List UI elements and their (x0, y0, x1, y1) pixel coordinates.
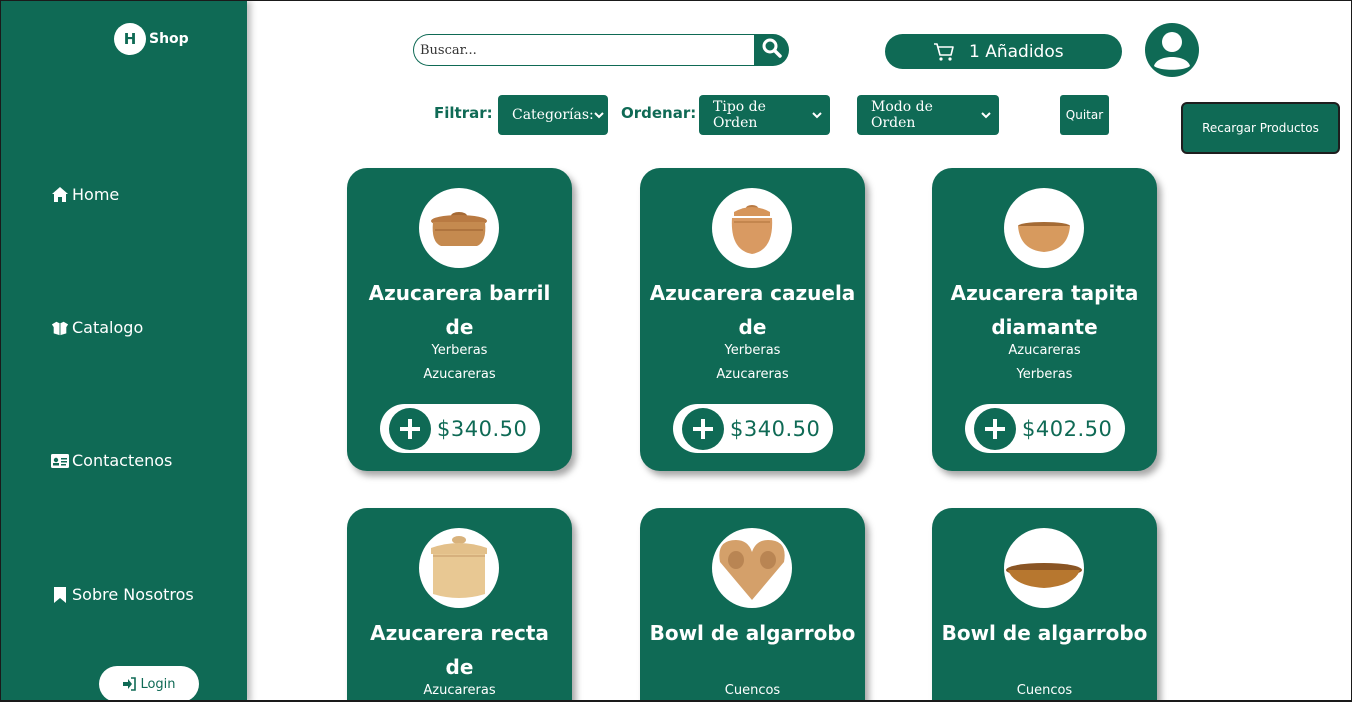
reload-products-button[interactable]: Recargar Productos (1181, 102, 1340, 154)
sidebar-item-home[interactable]: Home (51, 185, 119, 204)
sidebar: H Shop Home Catalogo Contactenos Sobre N… (1, 1, 247, 700)
chevron-down-icon (812, 107, 822, 123)
sidebar-item-catalogo[interactable]: Catalogo (51, 318, 143, 337)
filter-label: Filtrar: (434, 104, 493, 122)
clear-filters-button[interactable]: Quitar (1060, 95, 1109, 135)
id-card-icon (51, 452, 69, 470)
sidebar-item-contactenos[interactable]: Contactenos (51, 451, 172, 470)
product-tag: Cuencos (1016, 683, 1073, 698)
product-name: Azucarera cazuela de (649, 281, 856, 339)
sort-mode-select[interactable]: Modo de Orden (857, 95, 999, 135)
plus-icon (389, 407, 431, 450)
product-tag: Azucareras (423, 367, 496, 382)
product-tags: Yerberas Azucareras (347, 339, 572, 387)
category-select-value: Categorías: (512, 107, 594, 123)
cart-icon (933, 42, 955, 62)
sort-mode-value: Modo de Orden (871, 99, 933, 131)
product-tag: Azucareras (423, 683, 496, 698)
chevron-down-icon (981, 107, 991, 123)
box-open-icon (51, 319, 69, 337)
sign-in-icon (122, 677, 137, 691)
search-bar (413, 34, 789, 66)
product-tags: Azucareras Yerberas (932, 339, 1157, 387)
product-name: Azucarera recta de (370, 621, 549, 679)
product-tags: Cuencos (932, 679, 1157, 700)
product-price: $402.50 (1022, 416, 1113, 441)
sort-label: Ordenar: (621, 104, 697, 122)
product-tag: Azucareras (1008, 343, 1081, 358)
sort-type-value: Tipo de Orden (713, 99, 766, 131)
product-tags: Yerberas Azucareras (640, 339, 865, 387)
search-input[interactable] (413, 34, 755, 66)
product-image (419, 528, 499, 608)
product-price: $340.50 (437, 416, 528, 441)
login-button[interactable]: Login (99, 666, 199, 700)
product-tags: Azucareras (347, 679, 572, 700)
product-tag: Yerberas (431, 343, 488, 358)
product-card: Bowl de algarrobo Cuencos (640, 508, 865, 700)
product-tag: Yerberas (1016, 367, 1073, 382)
sidebar-item-label: Sobre Nosotros (72, 585, 194, 604)
logo-text: Shop (149, 31, 189, 47)
chevron-down-icon (594, 107, 604, 123)
sidebar-item-label: Contactenos (72, 451, 173, 470)
brand-logo[interactable]: H Shop (114, 23, 189, 55)
sidebar-item-label: Home (72, 185, 120, 204)
product-image (712, 188, 792, 268)
plus-icon (974, 407, 1016, 450)
category-select[interactable]: Categorías: (498, 95, 608, 135)
bookmark-icon (51, 586, 69, 604)
logo-badge: H (114, 23, 146, 55)
product-tags: Cuencos (640, 679, 865, 700)
product-card: Bowl de algarrobo Cuencos (932, 508, 1157, 700)
plus-icon (682, 407, 724, 450)
product-tag: Azucareras (716, 367, 789, 382)
product-card: Azucarera tapita diamante Azucareras Yer… (932, 168, 1157, 471)
product-tag: Cuencos (724, 683, 781, 698)
search-button[interactable] (754, 34, 789, 66)
add-to-cart-button[interactable]: $402.50 (965, 404, 1125, 453)
login-label: Login (140, 676, 176, 692)
product-image (419, 188, 499, 268)
sort-type-select[interactable]: Tipo de Orden (699, 95, 830, 135)
product-name: Azucarera tapita diamante (950, 281, 1139, 339)
product-name: Bowl de algarrobo (649, 621, 856, 645)
add-to-cart-button[interactable]: $340.50 (673, 404, 833, 453)
product-name: Bowl de algarrobo (941, 621, 1148, 645)
search-icon (762, 38, 782, 63)
app-window: H Shop Home Catalogo Contactenos Sobre N… (0, 0, 1352, 702)
home-icon (51, 186, 69, 204)
user-icon (1145, 23, 1199, 77)
product-image (712, 528, 792, 608)
sidebar-item-sobre-nosotros[interactable]: Sobre Nosotros (51, 585, 194, 604)
add-to-cart-button[interactable]: $340.50 (380, 404, 540, 453)
cart-count-label: 1 Añadidos (969, 41, 1064, 62)
product-card: Azucarera recta de Azucareras (347, 508, 572, 700)
product-card: Azucarera barril de Yerberas Azucareras … (347, 168, 572, 471)
product-name: Azucarera barril de (368, 281, 551, 339)
product-card: Azucarera cazuela de Yerberas Azucareras… (640, 168, 865, 471)
product-tag: Yerberas (724, 343, 781, 358)
product-image (1004, 528, 1084, 608)
product-image (1004, 188, 1084, 268)
cart-button[interactable]: 1 Añadidos (885, 34, 1122, 69)
sidebar-item-label: Catalogo (72, 318, 144, 337)
user-avatar[interactable] (1145, 23, 1199, 77)
product-price: $340.50 (730, 416, 821, 441)
